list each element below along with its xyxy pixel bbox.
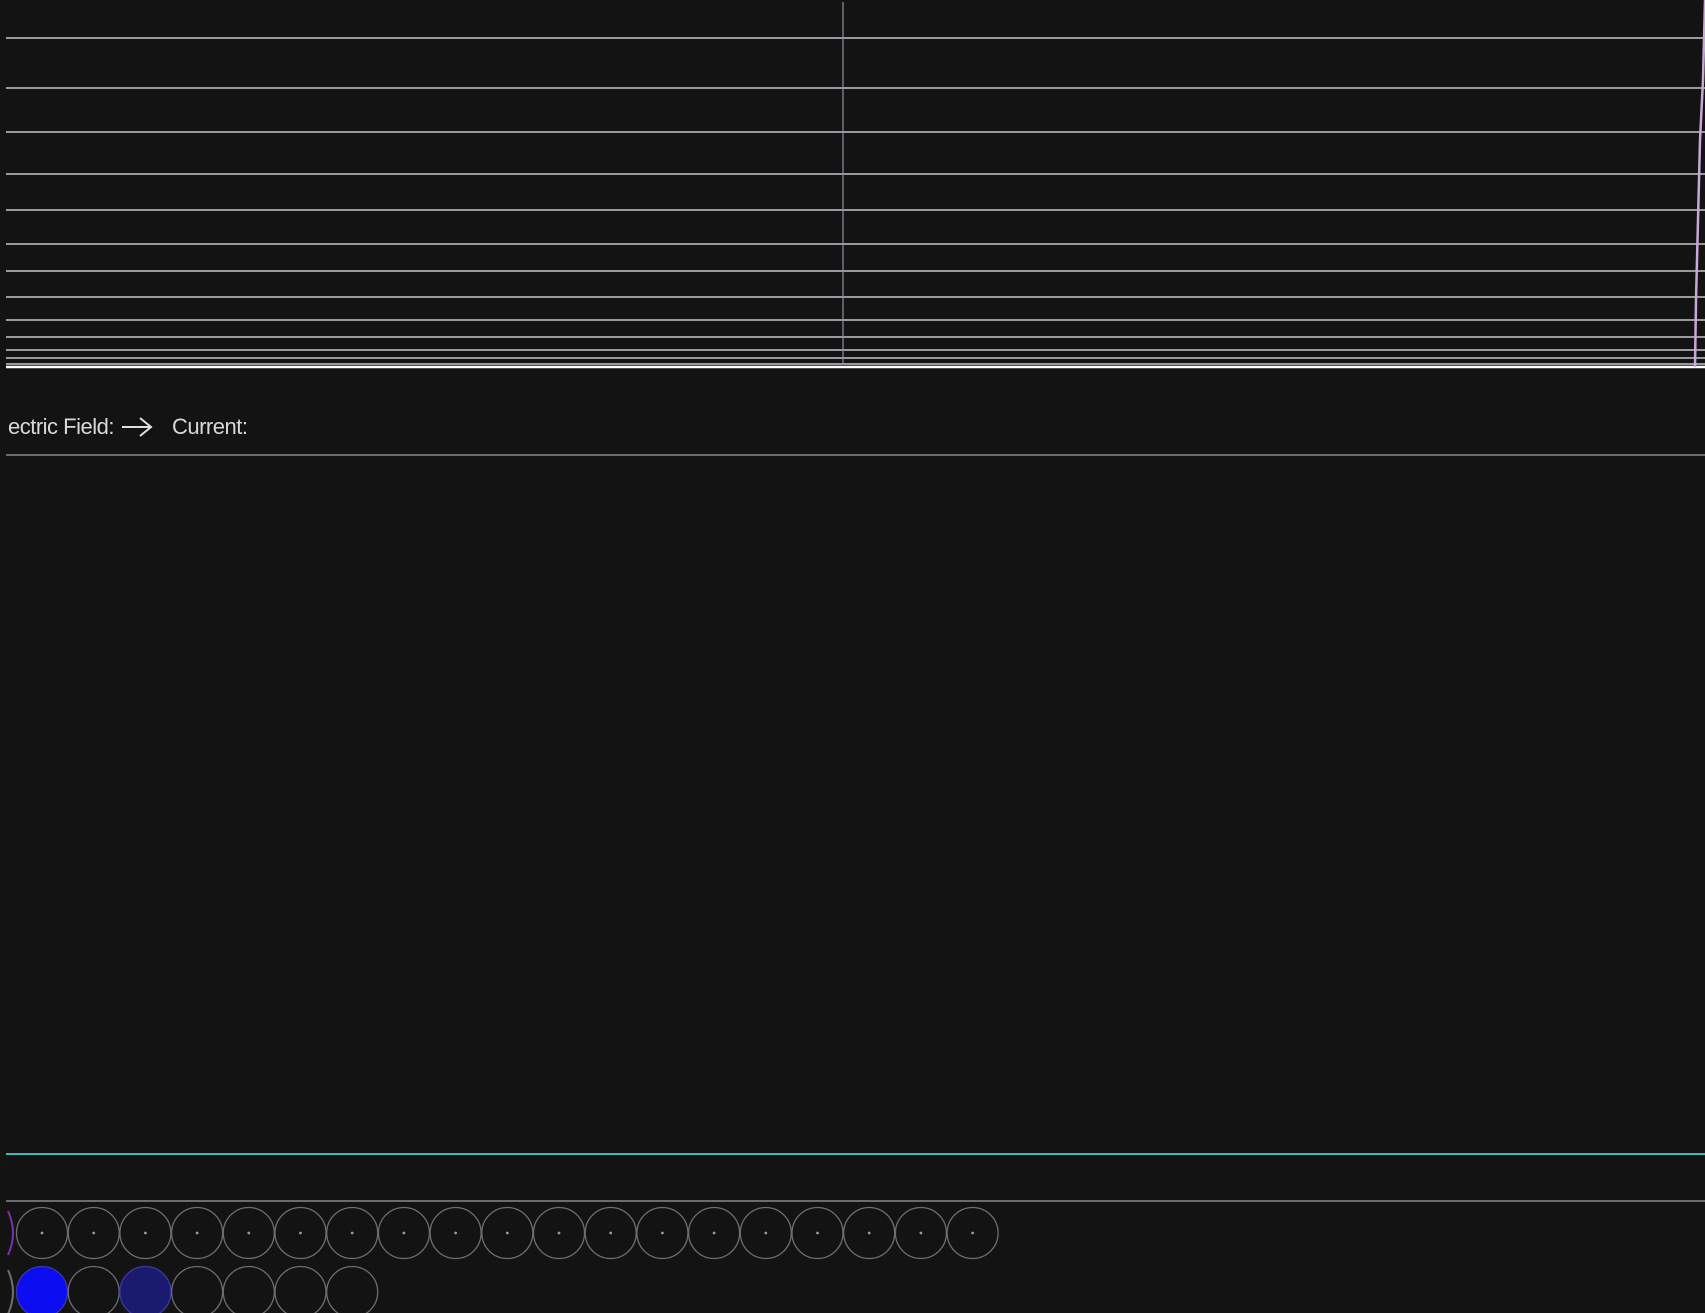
atom xyxy=(739,1206,792,1260)
field-lines-graph xyxy=(6,0,1705,369)
atom-nucleus xyxy=(609,1231,613,1235)
legend-row: ectric Field: Current: xyxy=(8,411,248,443)
atom xyxy=(687,1206,741,1260)
atom-nucleus xyxy=(247,1231,251,1235)
atom xyxy=(429,1206,482,1260)
atom xyxy=(274,1206,327,1260)
edge-particle xyxy=(7,1210,14,1256)
electron xyxy=(119,1265,172,1313)
atom xyxy=(584,1206,637,1260)
atom xyxy=(67,1206,120,1260)
atom xyxy=(170,1206,224,1260)
atom-nucleus xyxy=(299,1231,302,1235)
right-edge-curve xyxy=(1693,0,1705,368)
horizontal-field-lines xyxy=(6,37,1705,365)
atom-nucleus xyxy=(92,1231,96,1235)
atom xyxy=(377,1206,431,1260)
atom xyxy=(170,1265,224,1313)
atom-nucleus xyxy=(402,1231,406,1235)
atom-row-1 xyxy=(7,1206,999,1260)
arrow-right-icon xyxy=(120,416,154,438)
atom-nucleus xyxy=(816,1231,819,1235)
atom-nucleus xyxy=(661,1231,664,1235)
atom xyxy=(481,1206,534,1260)
atom-row-2 xyxy=(7,1265,379,1313)
atom-nucleus xyxy=(867,1231,871,1235)
atom xyxy=(532,1206,586,1260)
atom-nucleus xyxy=(195,1231,199,1235)
edge-particle xyxy=(7,1269,14,1313)
atom-nucleus xyxy=(350,1231,354,1235)
current-label: Current: xyxy=(171,414,248,439)
atom-nucleus xyxy=(919,1231,923,1235)
atom-nucleus xyxy=(971,1231,974,1235)
atom-nucleus xyxy=(557,1231,561,1235)
atom-nucleus xyxy=(454,1231,457,1235)
atom-nucleus xyxy=(505,1231,509,1235)
electric-field-label: ectric Field: xyxy=(8,414,114,439)
atom-nucleus xyxy=(40,1231,44,1235)
atom xyxy=(326,1206,379,1260)
atom-nucleus xyxy=(764,1231,768,1235)
atom xyxy=(326,1265,379,1313)
atom xyxy=(843,1206,896,1260)
simulation-canvas: ectric Field: Current: xyxy=(0,0,1705,1313)
atom xyxy=(791,1206,844,1260)
atom-nucleus xyxy=(712,1231,716,1235)
atom xyxy=(636,1206,689,1260)
electron xyxy=(15,1265,69,1313)
atom xyxy=(15,1206,69,1260)
atom xyxy=(67,1265,120,1313)
atom-nucleus xyxy=(144,1231,147,1235)
atom xyxy=(946,1206,999,1260)
atom xyxy=(222,1265,275,1313)
atom xyxy=(119,1206,172,1260)
atom xyxy=(274,1265,327,1313)
atom xyxy=(222,1206,275,1260)
atom xyxy=(894,1206,948,1260)
